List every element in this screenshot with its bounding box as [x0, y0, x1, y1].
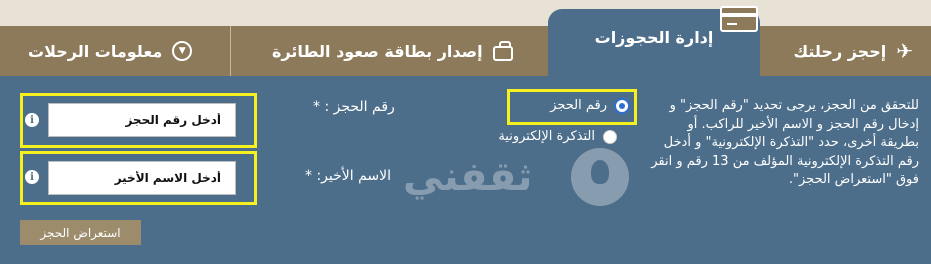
tab-boarding-pass-label: إصدار بطاقة صعود الطائرة: [272, 41, 483, 61]
watermark-text: ثقفني: [403, 154, 533, 200]
option-eticket[interactable]: التذكرة الإلكترونية: [498, 129, 617, 144]
top-strip: [0, 0, 931, 26]
booking-ref-label: رقم الحجز : *: [313, 99, 395, 115]
booking-ref-input[interactable]: [48, 103, 236, 137]
booking-ref-radio[interactable]: [615, 98, 629, 113]
tab-divider: [230, 26, 231, 76]
info-icon[interactable]: i: [25, 113, 39, 127]
booking-ref-option-label: رقم الحجز: [550, 98, 607, 113]
option-booking-ref[interactable]: رقم الحجز: [550, 98, 629, 113]
instructions-text: للتحقق من الحجز، يرجى تحديد "رقم الحجز" …: [651, 98, 919, 187]
card-icon: [720, 6, 758, 32]
lightbulb-icon: [571, 148, 629, 206]
tab-flight-info-label: معلومات الرحلات: [28, 41, 163, 61]
last-name-label: الاسم الأخير: *: [305, 168, 392, 184]
chevron-down-icon: ▼: [172, 41, 193, 61]
info-icon[interactable]: i: [25, 170, 39, 184]
tab-bar: إحجز رحلتك ✈ إصدار بطاقة صعود الطائرة مع…: [0, 26, 931, 76]
tab-book-flight[interactable]: إحجز رحلتك ✈: [793, 26, 913, 76]
last-name-input[interactable]: [48, 161, 236, 195]
watermark-logo: ثقفني: [403, 148, 629, 210]
tab-boarding-pass[interactable]: إصدار بطاقة صعود الطائرة: [272, 26, 513, 76]
suitcase-icon: [492, 40, 513, 61]
view-booking-button[interactable]: استعراض الحجز: [20, 220, 141, 245]
eticket-radio[interactable]: [603, 129, 617, 144]
tab-book-flight-label: إحجز رحلتك: [793, 41, 887, 61]
tab-manage-bookings-label: إدارة الحجوزات: [594, 28, 714, 47]
eticket-option-label: التذكرة الإلكترونية: [498, 129, 595, 144]
tab-flight-info[interactable]: معلومات الرحلات ▼: [28, 26, 193, 76]
airplane-icon: ✈: [896, 39, 913, 63]
